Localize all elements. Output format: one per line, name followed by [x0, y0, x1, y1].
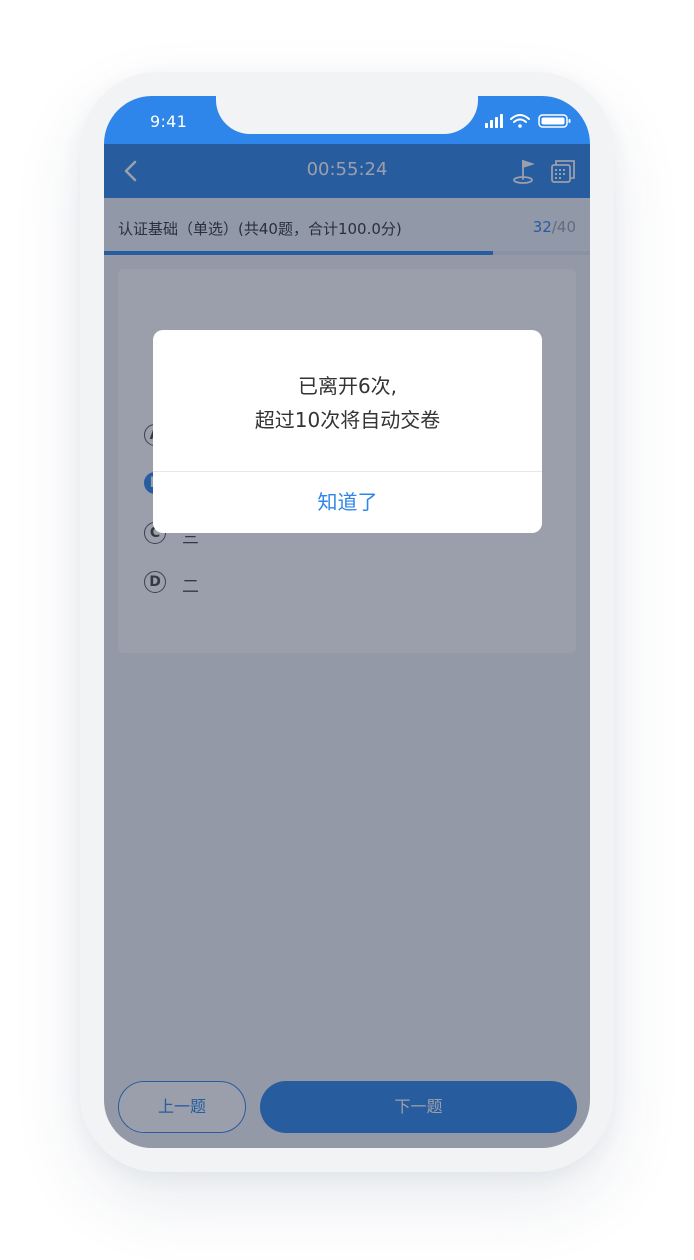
status-icons: [485, 114, 571, 128]
device-notch: [216, 96, 478, 134]
dialog-confirm-button[interactable]: 知道了: [153, 472, 542, 533]
wifi-icon: [510, 114, 530, 128]
alert-dialog: 已离开6次, 超过10次将自动交卷 知道了: [153, 330, 542, 533]
battery-icon: [538, 114, 571, 128]
dialog-message-line1: 已离开6次,: [297, 374, 398, 398]
signal-icon: [485, 114, 503, 128]
phone-screen: 9:41 00:55:24 认证基础（单选）(共40题，合计100.0分) 32…: [104, 96, 590, 1148]
status-time: 9:41: [150, 112, 188, 131]
modal-overlay: 已离开6次, 超过10次将自动交卷 知道了: [104, 144, 590, 1148]
dialog-message-line2: 超过10次将自动交卷: [254, 408, 441, 432]
